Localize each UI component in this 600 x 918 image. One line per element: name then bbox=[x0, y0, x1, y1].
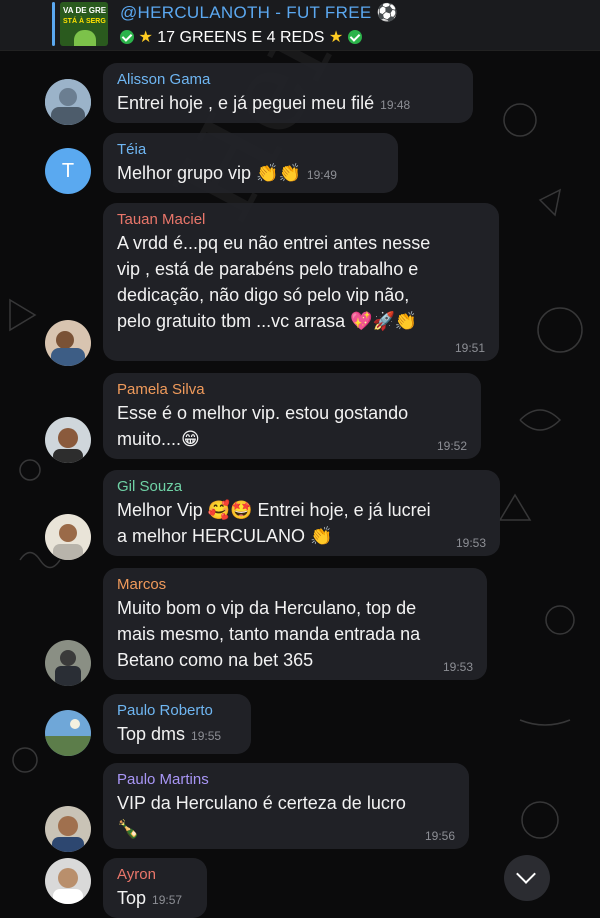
chat-header[interactable]: VA DE GRE STÁ À SERG @HERCULANOTH - FUT … bbox=[0, 0, 600, 51]
avatar[interactable]: T bbox=[45, 148, 91, 194]
sender-name[interactable]: Marcos bbox=[117, 576, 473, 593]
avatar[interactable] bbox=[45, 640, 91, 686]
sender-name[interactable]: Téia bbox=[117, 141, 384, 158]
thumb-line-1: VA DE GRE bbox=[63, 6, 107, 15]
sender-name[interactable]: Tauan Maciel bbox=[117, 211, 485, 228]
message-bubble[interactable]: Paulo Roberto Top dms 19:55 bbox=[103, 694, 251, 754]
thumb-line-2: STÁ À SERG bbox=[63, 18, 106, 25]
sender-name[interactable]: Pamela Silva bbox=[117, 381, 467, 398]
avatar[interactable] bbox=[45, 79, 91, 125]
scroll-down-button[interactable] bbox=[504, 855, 550, 901]
avatar[interactable] bbox=[45, 710, 91, 756]
message-text: Top dms 19:55 bbox=[117, 724, 222, 744]
message-bubble[interactable]: Marcos Muito bom o vip da Herculano, top… bbox=[103, 568, 487, 680]
avatar[interactable] bbox=[45, 320, 91, 366]
sender-name[interactable]: Paulo Martins bbox=[117, 771, 455, 788]
sender-name[interactable]: Paulo Roberto bbox=[117, 702, 237, 719]
pinned-text: 17 GREENS E 4 REDS bbox=[157, 29, 325, 46]
header-accent-line bbox=[52, 2, 55, 46]
message-bubble[interactable]: Ayron Top 19:57 bbox=[103, 858, 207, 918]
message-text: Muito bom o vip da Herculano, top de mai… bbox=[117, 598, 421, 670]
message-text: Melhor Vip 🥰🤩 Entrei hoje, e já lucrei a… bbox=[117, 500, 431, 546]
channel-title[interactable]: @HERCULANOTH - FUT FREE ⚽ bbox=[120, 3, 398, 23]
message-time: 19:53 bbox=[455, 536, 486, 550]
message-time: 19:53 bbox=[442, 660, 473, 674]
message-bubble[interactable]: Paulo Martins VIP da Herculano é certeza… bbox=[103, 763, 469, 849]
message-bubble[interactable]: Tauan Maciel A vrdd é...pq eu não entrei… bbox=[103, 203, 499, 361]
message-time: 19:57 bbox=[152, 893, 183, 907]
message-time: 19:48 bbox=[380, 98, 411, 112]
star-icon: ★ bbox=[138, 29, 153, 46]
message-bubble[interactable]: Téia Melhor grupo vip 👏👏 19:49 bbox=[103, 133, 398, 193]
check-icon bbox=[120, 30, 134, 44]
message-time: 19:55 bbox=[191, 729, 222, 743]
channel-thumbnail[interactable]: VA DE GRE STÁ À SERG bbox=[60, 2, 108, 46]
message-bubble[interactable]: Gil Souza Melhor Vip 🥰🤩 Entrei hoje, e j… bbox=[103, 470, 500, 556]
pinned-subtitle[interactable]: ★ 17 GREENS E 4 REDS ★ bbox=[120, 27, 362, 47]
avatar[interactable] bbox=[45, 806, 91, 852]
message-time: 19:52 bbox=[436, 439, 467, 453]
thumb-figure bbox=[74, 30, 96, 46]
message-time: 19:49 bbox=[306, 168, 337, 182]
sender-name[interactable]: Alisson Gama bbox=[117, 71, 459, 88]
message-text: Top 19:57 bbox=[117, 888, 183, 908]
message-bubble[interactable]: Pamela Silva Esse é o melhor vip. estou … bbox=[103, 373, 481, 459]
message-text: VIP da Herculano é certeza de lucro 🍾 bbox=[117, 793, 406, 839]
sender-name[interactable]: Gil Souza bbox=[117, 478, 486, 495]
message-bubble[interactable]: Alisson Gama Entrei hoje , e já peguei m… bbox=[103, 63, 473, 123]
sender-name[interactable]: Ayron bbox=[117, 866, 193, 883]
avatar-letter: T bbox=[61, 160, 75, 182]
check-icon bbox=[347, 30, 362, 44]
message-text: Melhor grupo vip 👏👏 19:49 bbox=[117, 163, 337, 183]
message-time: 19:51 bbox=[454, 341, 485, 355]
avatar[interactable] bbox=[45, 514, 91, 560]
message-text: A vrdd é...pq eu não entrei antes nesse … bbox=[117, 233, 431, 331]
message-time: 19:56 bbox=[424, 829, 455, 843]
message-text: Esse é o melhor vip. estou gostando muit… bbox=[117, 403, 409, 449]
star-icon: ★ bbox=[328, 29, 344, 46]
message-text: Entrei hoje , e já peguei meu filé 19:48 bbox=[117, 93, 411, 113]
avatar[interactable] bbox=[45, 417, 91, 463]
avatar[interactable] bbox=[45, 858, 91, 904]
